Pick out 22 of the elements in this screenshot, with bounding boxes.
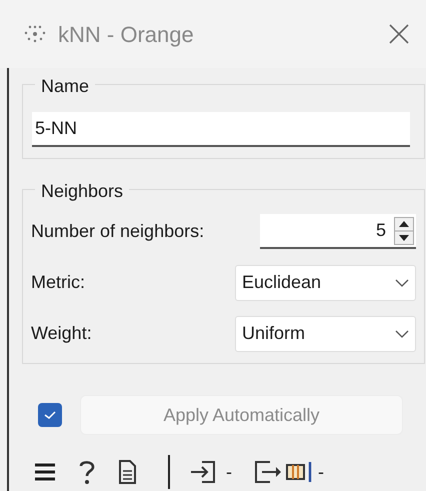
dropdown[interactable]: Uniform bbox=[235, 316, 416, 352]
field-label: Metric: bbox=[31, 271, 85, 294]
chevron-down-icon bbox=[395, 330, 409, 338]
field-label: Number of neighbors: bbox=[31, 220, 204, 243]
output-count: - bbox=[318, 460, 324, 484]
name-input-field[interactable]: 5-NN bbox=[32, 112, 410, 147]
document-icon[interactable] bbox=[118, 460, 136, 484]
table-icon[interactable] bbox=[286, 461, 314, 483]
input-count: - bbox=[226, 460, 232, 484]
menu-icon[interactable] bbox=[34, 462, 56, 482]
close-icon[interactable] bbox=[388, 23, 410, 45]
app-icon bbox=[24, 25, 46, 43]
spin-arrows-icon[interactable] bbox=[394, 216, 414, 244]
dropdown[interactable]: Euclidean bbox=[235, 264, 416, 300]
field-label: Weight: bbox=[31, 322, 92, 345]
chevron-down-icon bbox=[395, 278, 409, 286]
help-icon[interactable] bbox=[78, 459, 96, 485]
check-icon bbox=[43, 410, 57, 420]
input-icon[interactable] bbox=[190, 460, 218, 484]
output-icon[interactable] bbox=[254, 460, 282, 484]
number-spin-box[interactable]: 5 bbox=[260, 214, 416, 249]
window-title: kNN - Orange bbox=[58, 20, 194, 49]
